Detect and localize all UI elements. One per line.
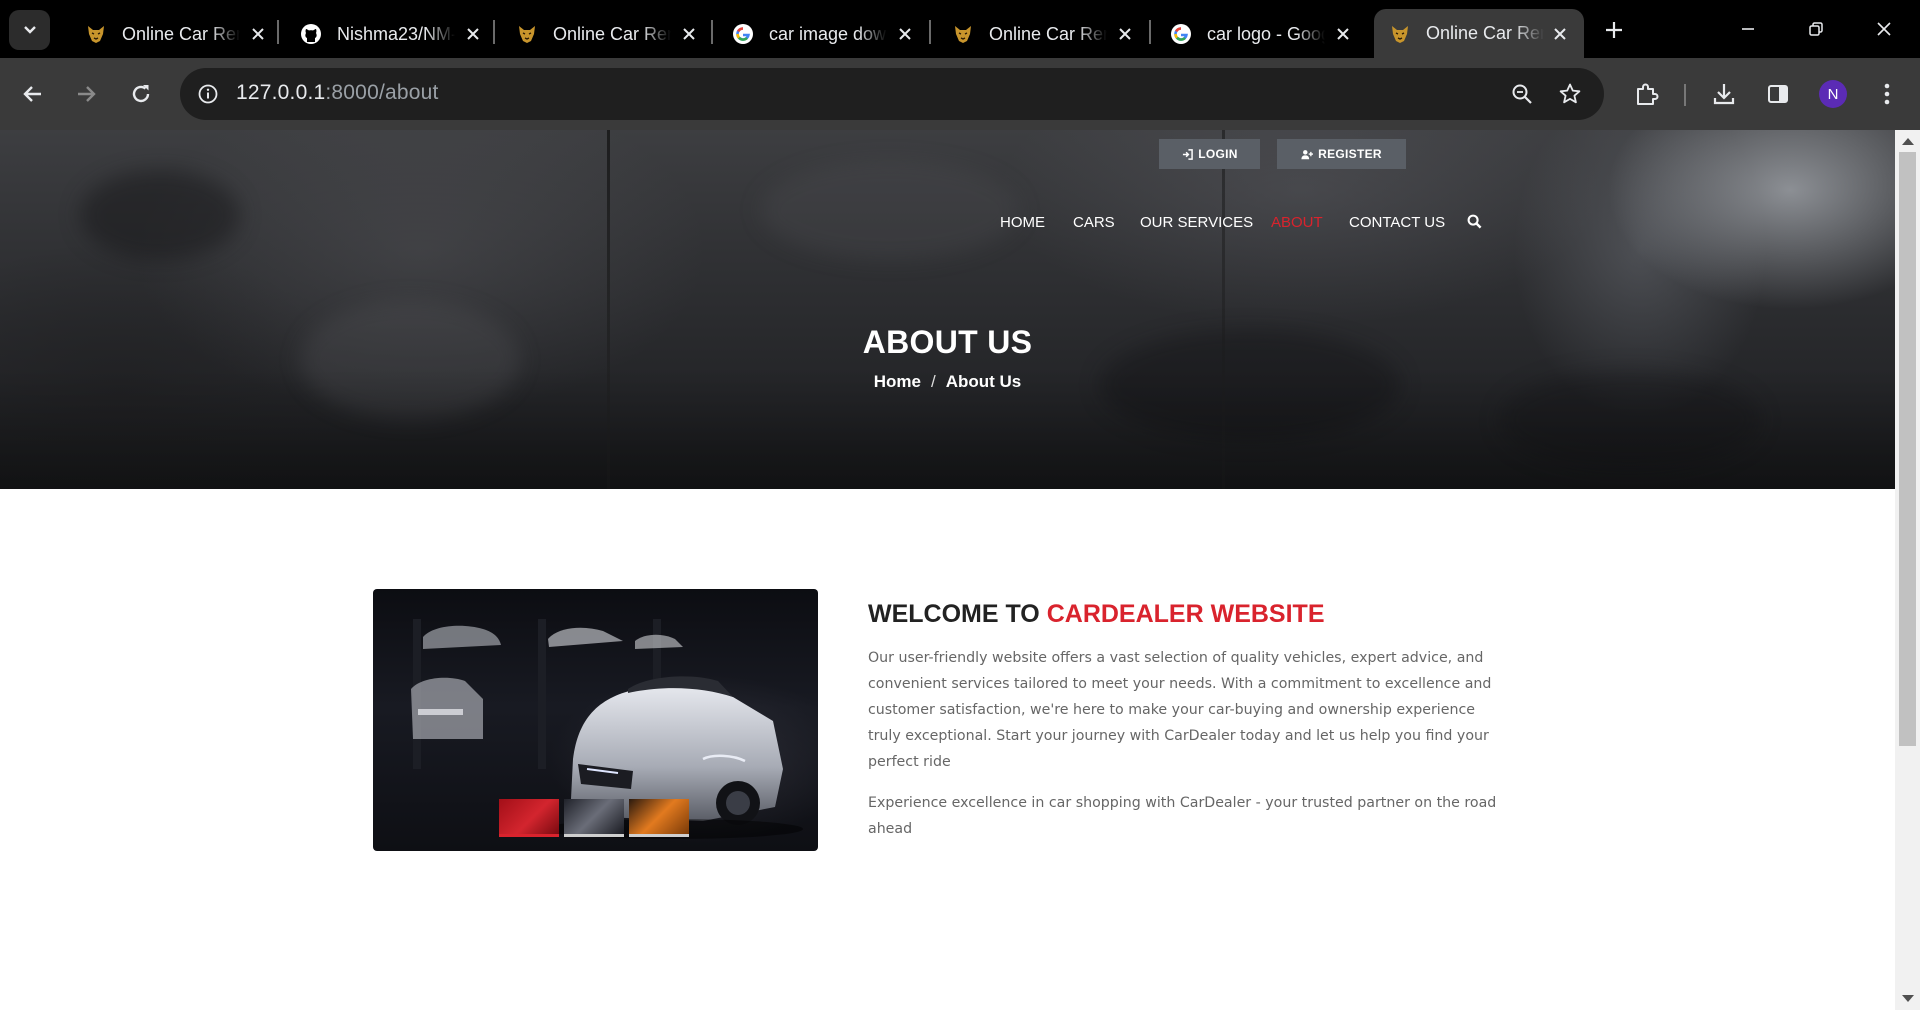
- login-button[interactable]: LOGIN: [1159, 139, 1260, 169]
- close-icon[interactable]: [1550, 24, 1570, 44]
- forward-button[interactable]: [66, 74, 106, 114]
- hero-banner: LOGIN REGISTER HOME CARS OUR SERVICES AB…: [0, 130, 1895, 489]
- page-viewport: LOGIN REGISTER HOME CARS OUR SERVICES AB…: [0, 130, 1895, 1010]
- tab-title: car image download: [769, 23, 887, 44]
- breadcrumb-separator: /: [930, 372, 936, 391]
- new-tab-button[interactable]: [1598, 14, 1630, 46]
- register-label: REGISTER: [1318, 147, 1382, 161]
- browser-tab-strip: Online Car Rental Nishma23/NM-Car Online…: [0, 0, 1920, 58]
- sign-in-icon: [1181, 148, 1193, 160]
- search-icon[interactable]: [1467, 214, 1483, 230]
- reload-button[interactable]: [121, 74, 161, 114]
- minimize-button[interactable]: [1728, 9, 1768, 49]
- tab-divider: [1149, 20, 1151, 44]
- restore-icon: [1809, 22, 1823, 36]
- back-button[interactable]: [13, 74, 53, 114]
- github-icon: [299, 22, 323, 46]
- wall-texture: [80, 170, 240, 260]
- site-info-icon[interactable]: [194, 80, 222, 108]
- address-bar[interactable]: 127.0.0.1:8000/about: [180, 68, 1604, 120]
- page-title: ABOUT US: [862, 324, 1033, 360]
- about-car-image: [373, 589, 818, 851]
- close-window-button[interactable]: [1864, 9, 1904, 49]
- about-heading: WELCOME TO CARDEALER WEBSITE: [868, 600, 1325, 629]
- breadcrumb: Home / About Us: [0, 372, 1895, 392]
- browser-tab[interactable]: car image download: [717, 10, 929, 58]
- tab-search-button[interactable]: [9, 10, 50, 50]
- about-heading-prefix: WELCOME TO: [868, 600, 1040, 628]
- download-icon[interactable]: [1705, 75, 1743, 113]
- google-icon: [731, 22, 755, 46]
- more-menu-icon[interactable]: [1868, 75, 1906, 113]
- tab-divider: [929, 20, 931, 44]
- image-thumbnails: [499, 799, 689, 837]
- google-icon: [1169, 22, 1193, 46]
- scrollbar-thumb[interactable]: [1899, 152, 1916, 746]
- nav-item-about[interactable]: ABOUT: [1271, 214, 1323, 231]
- tiger-logo-icon: [515, 22, 539, 46]
- url-text: 127.0.0.1:8000/about: [236, 81, 439, 105]
- close-icon[interactable]: [1115, 24, 1135, 44]
- nav-item-home[interactable]: HOME: [1000, 214, 1045, 231]
- register-button[interactable]: REGISTER: [1277, 139, 1406, 169]
- nav-item-contact-us[interactable]: CONTACT US: [1349, 214, 1445, 231]
- login-label: LOGIN: [1198, 147, 1238, 161]
- tab-divider: [493, 20, 495, 44]
- user-plus-icon: [1301, 148, 1314, 160]
- close-icon[interactable]: [1333, 24, 1353, 44]
- scroll-down-arrow[interactable]: [1902, 995, 1914, 1002]
- tab-title: car logo - Google: [1207, 23, 1325, 44]
- bookmark-star-icon[interactable]: [1554, 78, 1586, 110]
- breadcrumb-home[interactable]: Home: [874, 372, 921, 391]
- thumbnail-red-car[interactable]: [499, 799, 559, 837]
- close-icon[interactable]: [895, 24, 915, 44]
- tab-title: Online Car Rental: [989, 23, 1107, 44]
- nav-item-our-services[interactable]: OUR SERVICES: [1140, 214, 1253, 231]
- about-heading-accent: CARDEALER WEBSITE: [1046, 600, 1325, 628]
- close-icon[interactable]: [679, 24, 699, 44]
- restore-button[interactable]: [1796, 9, 1836, 49]
- arrow-right-icon: [78, 86, 96, 102]
- tab-title: Nishma23/NM-Car: [337, 23, 455, 44]
- url-host: 127.0.0.1: [236, 81, 326, 104]
- tab-title: Online Car Rental: [1426, 23, 1544, 43]
- browser-tab[interactable]: Online Car Rental: [501, 10, 713, 58]
- browser-tab[interactable]: Online Car Rental: [937, 10, 1149, 58]
- browser-tab-active[interactable]: Online Car Rental: [1374, 9, 1584, 58]
- zoom-icon[interactable]: [1506, 78, 1538, 110]
- about-paragraph-2: Experience excellence in car shopping wi…: [868, 795, 1497, 837]
- scroll-up-arrow[interactable]: [1902, 138, 1914, 145]
- profile-avatar[interactable]: N: [1819, 80, 1847, 108]
- page-scrollbar[interactable]: [1895, 130, 1920, 1010]
- tab-title: Online Car Rental: [553, 23, 671, 44]
- tiger-logo-icon: [951, 22, 975, 46]
- close-icon: [1877, 22, 1891, 36]
- browser-tab[interactable]: car logo - Google: [1155, 10, 1367, 58]
- minimize-icon: [1742, 28, 1754, 30]
- tab-divider: [277, 20, 279, 44]
- tiger-logo-icon: [84, 22, 108, 46]
- close-icon[interactable]: [248, 24, 268, 44]
- plus-icon: [1606, 22, 1622, 38]
- url-path: :8000/about: [325, 81, 439, 104]
- nav-item-cars[interactable]: CARS: [1073, 214, 1115, 231]
- browser-tab[interactable]: Nishma23/NM-Car: [285, 10, 497, 58]
- browser-toolbar: 127.0.0.1:8000/about N: [0, 58, 1920, 130]
- about-paragraph-1: Our user-friendly website offers a vast …: [868, 650, 1492, 770]
- tab-divider: [711, 20, 713, 44]
- extensions-icon[interactable]: [1627, 75, 1665, 113]
- reload-icon: [132, 85, 150, 103]
- browser-tab[interactable]: Online Car Rental: [70, 10, 282, 58]
- thumbnail-orange-car[interactable]: [629, 799, 689, 837]
- arrow-left-icon: [23, 86, 41, 102]
- close-icon[interactable]: [463, 24, 483, 44]
- tab-title: Online Car Rental: [122, 23, 240, 44]
- thumbnail-grey-car[interactable]: [564, 799, 624, 837]
- toolbar-divider: [1684, 84, 1686, 106]
- side-panel-icon[interactable]: [1759, 75, 1797, 113]
- breadcrumb-current: About Us: [945, 372, 1022, 391]
- tiger-logo-icon: [1388, 22, 1412, 46]
- wall-texture: [760, 160, 1020, 260]
- chevron-down-icon: [23, 26, 36, 34]
